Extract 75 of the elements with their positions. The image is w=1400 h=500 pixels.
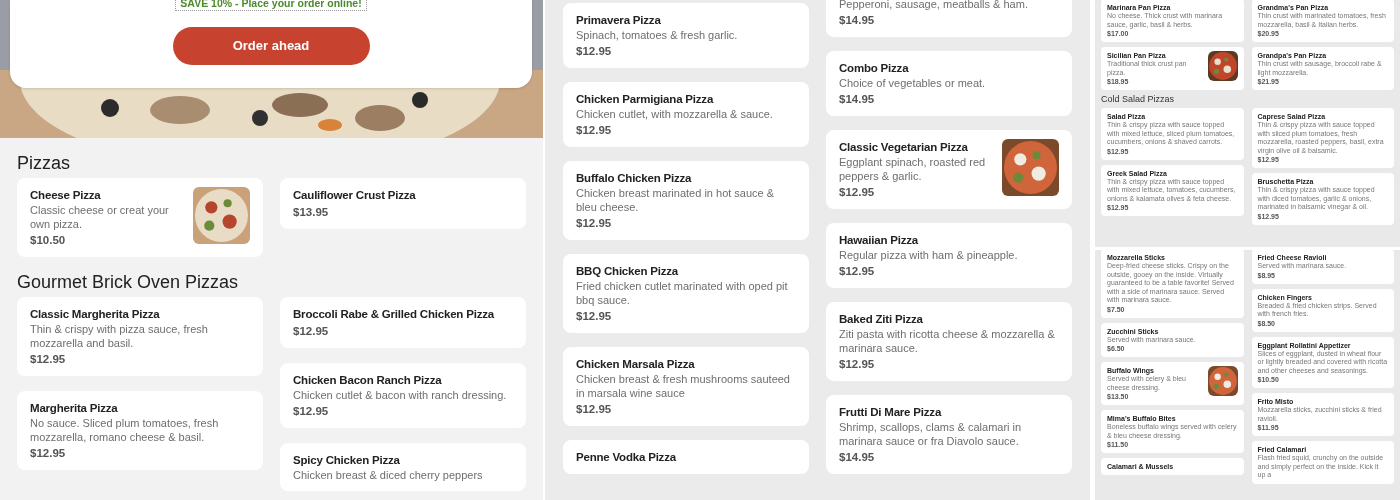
item-name: Classic Vegetarian Pizza (839, 140, 969, 155)
promo-text: SAVE 10% - Place your order online! (175, 0, 367, 11)
menu-card[interactable]: Chicken Marsala Pizza Chicken breast & fresh mushrooms sauteed in marsala wine sauce $12.95 (563, 347, 809, 426)
item-name: Chicken Marsala Pizza (576, 357, 696, 372)
item-description: Chicken breast & fresh mushrooms sauteed in marsala wine sauce (576, 372, 791, 400)
item-name: Chicken Bacon Ranch Pizza (293, 373, 443, 388)
item-name: Cheese Pizza (30, 188, 102, 203)
item-price: $12.95 (839, 185, 876, 200)
menu-card[interactable]: Chicken Parmigiana Pizza Chicken cutlet, with mozzarella & sauce. $12.95 (563, 82, 809, 147)
item-name: Baked Ziti Pizza (839, 312, 924, 327)
item-description: Chicken breast & diced cherry peppers (293, 468, 484, 482)
menu-card[interactable]: Frutti Di Mare Pizza Shrimp, scallops, clams & calamari in marinara sauce or fra Diavolo sauce. $14.95 (826, 395, 1072, 474)
item-description: Thin & crispy with pizza sauce, fresh mozzarella and basil. (30, 322, 209, 350)
menu-card[interactable]: Classic Margherita Pizza Thin & crispy with pizza sauce, fresh mozzarella and basil. $12.95 (17, 297, 263, 376)
item-description: Fried chicken cutlet marinated with oped pit bbq sauce. (576, 279, 789, 307)
item-description: Chicken cutlet & bacon with ranch dressing. (293, 388, 508, 402)
item-name: Chicken Parmigiana Pizza (576, 92, 715, 107)
item-description: Ziti pasta with ricotta cheese & mozzarella & marinara sauce. (839, 327, 1056, 355)
item-price: $12.95 (293, 404, 330, 419)
item-description: Classic cheese or creat your own pizza. (30, 203, 170, 231)
item-description: Pepperoni, sausage, meatballs & ham. (839, 0, 1029, 11)
item-name: Combo Pizza (839, 61, 910, 76)
item-name: Frutti Di Mare Pizza (839, 405, 943, 420)
item-price: $14.95 (839, 450, 876, 465)
item-name: Margherita Pizza (30, 401, 119, 416)
item-price: $14.95 (839, 13, 876, 28)
item-price: $12.95 (576, 309, 613, 324)
menu-card[interactable]: Cauliflower Crust Pizza $13.95 (280, 178, 526, 229)
menu-card[interactable]: Margherita Pizza No sauce. Sliced plum tomatoes, fresh mozzarella, romano cheese & basil. $12.95 (17, 391, 263, 470)
section-heading: Pizzas (17, 152, 71, 174)
item-name: Hawaiian Pizza (839, 233, 920, 248)
item-price: $13.95 (293, 205, 330, 220)
menu-card[interactable]: Buffalo Chicken Pizza Chicken breast marinated in hot sauce & bleu cheese. $12.95 (563, 161, 809, 240)
item-price: $12.95 (839, 264, 876, 279)
menu-card[interactable]: BBQ Chicken Pizza Fried chicken cutlet marinated with oped pit bbq sauce. $12.95 (563, 254, 809, 333)
menu-card[interactable]: Spicy Chicken Pizza Chicken breast & diced cherry peppers (280, 443, 526, 491)
item-description: Chicken cutlet, with mozzarella & sauce. (576, 107, 774, 121)
item-name: Primavera Pizza (576, 13, 662, 28)
menu-card[interactable]: Baked Ziti Pizza Ziti pasta with ricotta cheese & mozzarella & marinara sauce. $12.95 (826, 302, 1072, 381)
item-price: $12.95 (576, 402, 613, 417)
item-price: $10.50 (30, 233, 67, 248)
section-heading: Cold Salad Pizzas (1101, 94, 1176, 105)
menu-card[interactable]: Chicken Bacon Ranch Pizza Chicken cutlet & bacon with ranch dressing. $12.95 (280, 363, 526, 428)
item-price: $12.95 (30, 446, 67, 461)
menu-card[interactable]: Hawaiian Pizza Regular pizza with ham & pineapple. $12.95 (826, 223, 1072, 288)
menu-card[interactable]: Cheese Pizza Classic cheese or creat your own pizza. $10.50 (17, 178, 263, 257)
item-price: $12.95 (293, 324, 330, 339)
item-description: Regular pizza with ham & pineapple. (839, 248, 1019, 262)
menu-card[interactable]: Pepperoni, sausage, meatballs & ham. $14.95 (826, 0, 1072, 37)
section-heading: Gourmet Brick Oven Pizzas (17, 271, 240, 293)
item-name: Cauliflower Crust Pizza (293, 188, 417, 203)
item-price: $12.95 (576, 123, 613, 138)
item-name: BBQ Chicken Pizza (576, 264, 680, 279)
menu-card[interactable]: Broccoli Rabe & Grilled Chicken Pizza $12.95 (280, 297, 526, 348)
item-description: Eggplant spinach, roasted red peppers & garlic. (839, 155, 987, 183)
order-ahead-button[interactable]: Order ahead (172, 27, 370, 65)
item-price: $12.95 (576, 216, 613, 231)
item-name: Penne Vodka Pizza (576, 450, 678, 465)
item-description: Chicken breast marinated in hot sauce & bleu cheese. (576, 186, 776, 214)
item-price: $12.95 (576, 44, 613, 59)
item-price: $14.95 (839, 92, 876, 107)
menu-card[interactable]: Combo Pizza Choice of vegetables or meat. $14.95 (826, 51, 1072, 116)
item-description: Choice of vegetables or meat. (839, 76, 987, 90)
item-description: No sauce. Sliced plum tomatoes, fresh mozzarella, romano cheese & basil. (30, 416, 220, 444)
item-price: $12.95 (30, 352, 67, 367)
item-name: Spicy Chicken Pizza (293, 453, 401, 468)
item-price: $12.95 (839, 357, 876, 372)
item-name: Buffalo Chicken Pizza (576, 171, 693, 186)
menu-card[interactable]: Penne Vodka Pizza (563, 440, 809, 474)
item-name: Broccoli Rabe & Grilled Chicken Pizza (293, 307, 496, 322)
menu-card[interactable]: Primavera Pizza Spinach, tomatoes & fresh garlic. $12.95 (563, 3, 809, 68)
item-description: Shrimp, scallops, clams & calamari in marinara sauce or fra Diavolo sauce. (839, 420, 1023, 448)
item-description: Spinach, tomatoes & fresh garlic. (576, 28, 739, 42)
item-name: Classic Margherita Pizza (30, 307, 161, 322)
menu-card[interactable]: Classic Vegetarian Pizza Eggplant spinach, roasted red peppers & garlic. $12.95 (826, 130, 1072, 209)
